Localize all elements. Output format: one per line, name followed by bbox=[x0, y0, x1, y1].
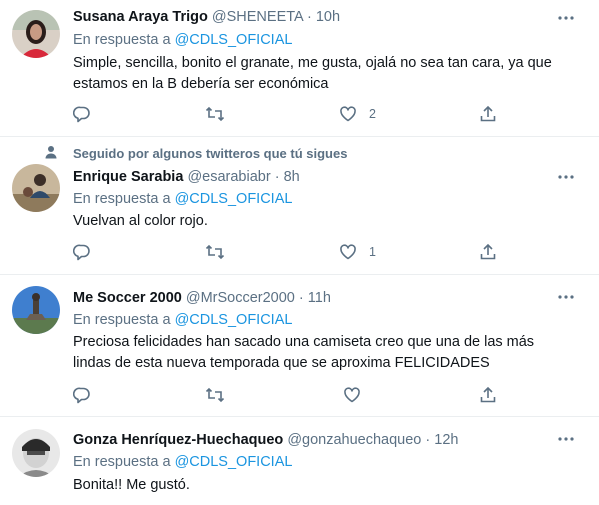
reply-icon bbox=[73, 105, 91, 123]
retweet-icon bbox=[205, 386, 225, 404]
tweet-text: Simple, sencilla, bonito el granate, me … bbox=[73, 55, 552, 92]
reply-context: En respuesta a @CDLS_OFICIAL bbox=[73, 190, 292, 209]
tweet[interactable]: Me Soccer 2000 @MrSoccer2000 · 11h En re… bbox=[0, 275, 599, 417]
more-icon[interactable] bbox=[557, 288, 575, 306]
user-handle[interactable]: @esarabiabr bbox=[187, 169, 270, 185]
reply-prefix: En respuesta a bbox=[73, 191, 171, 207]
reply-context: En respuesta a @CDLS_OFICIAL bbox=[73, 311, 292, 330]
heart-icon bbox=[343, 386, 361, 404]
action-bar bbox=[73, 385, 503, 405]
like-button[interactable] bbox=[343, 385, 373, 405]
avatar[interactable] bbox=[12, 429, 60, 477]
mention-link[interactable]: @CDLS_OFICIAL bbox=[175, 454, 293, 470]
action-bar: 1 bbox=[73, 242, 503, 262]
like-count: 2 bbox=[369, 107, 376, 121]
person-icon bbox=[44, 145, 73, 162]
timestamp[interactable]: 8h bbox=[284, 169, 300, 185]
action-bar: 2 bbox=[73, 104, 503, 124]
display-name[interactable]: Enrique Sarabia bbox=[73, 169, 183, 185]
social-context: Seguido por algunos twitteros que tú sig… bbox=[44, 145, 347, 162]
avatar[interactable] bbox=[12, 286, 60, 334]
more-icon[interactable] bbox=[557, 168, 575, 186]
share-icon bbox=[479, 243, 497, 261]
reply-icon bbox=[73, 386, 91, 404]
tweet-text: Bonita!! Me gustó. bbox=[73, 477, 190, 493]
mention-link[interactable]: @CDLS_OFICIAL bbox=[175, 191, 293, 207]
tweet-header: Enrique Sarabia @esarabiabr · 8h bbox=[73, 168, 559, 187]
share-icon bbox=[479, 105, 497, 123]
timestamp[interactable]: 10h bbox=[316, 9, 340, 25]
reply-context: En respuesta a @CDLS_OFICIAL bbox=[73, 31, 292, 50]
heart-icon bbox=[339, 105, 357, 123]
separator-dot: · bbox=[298, 290, 304, 306]
reply-button[interactable] bbox=[73, 104, 91, 124]
reply-feed: Susana Araya Trigo @SHENEETA · 10h En re… bbox=[0, 0, 599, 505]
reply-prefix: En respuesta a bbox=[73, 32, 171, 48]
avatar[interactable] bbox=[12, 10, 60, 58]
user-handle[interactable]: @gonzahuechaqueo bbox=[287, 432, 421, 448]
more-icon[interactable] bbox=[557, 9, 575, 27]
retweet-icon bbox=[205, 243, 225, 261]
display-name[interactable]: Susana Araya Trigo bbox=[73, 9, 208, 25]
retweet-button[interactable] bbox=[205, 242, 225, 262]
like-button[interactable]: 2 bbox=[339, 104, 376, 124]
like-button[interactable]: 1 bbox=[339, 242, 376, 262]
reply-button[interactable] bbox=[73, 242, 91, 262]
reply-context: En respuesta a @CDLS_OFICIAL bbox=[73, 453, 292, 472]
share-button[interactable] bbox=[479, 242, 497, 262]
separator-dot: · bbox=[306, 9, 312, 25]
display-name[interactable]: Gonza Henríquez-Huechaqueo bbox=[73, 432, 283, 448]
user-handle[interactable]: @SHENEETA bbox=[212, 9, 303, 25]
user-handle[interactable]: @MrSoccer2000 bbox=[186, 290, 295, 306]
share-button[interactable] bbox=[479, 104, 497, 124]
tweet-text: Vuelvan al color rojo. bbox=[73, 213, 208, 229]
retweet-button[interactable] bbox=[205, 385, 225, 405]
reply-prefix: En respuesta a bbox=[73, 312, 171, 328]
tweet-header: Susana Araya Trigo @SHENEETA · 10h bbox=[73, 8, 559, 27]
mention-link[interactable]: @CDLS_OFICIAL bbox=[175, 32, 293, 48]
timestamp[interactable]: 11h bbox=[308, 290, 331, 306]
timestamp[interactable]: 12h bbox=[434, 432, 458, 448]
avatar[interactable] bbox=[12, 164, 60, 212]
separator-dot: · bbox=[425, 432, 431, 448]
share-icon bbox=[479, 386, 497, 404]
retweet-icon bbox=[205, 105, 225, 123]
tweet[interactable]: Gonza Henríquez-Huechaqueo @gonzahuechaq… bbox=[0, 417, 599, 505]
like-count: 1 bbox=[369, 245, 376, 259]
tweet-header: Gonza Henríquez-Huechaqueo @gonzahuechaq… bbox=[73, 431, 559, 450]
social-context-text: Seguido por algunos twitteros que tú sig… bbox=[73, 146, 348, 161]
tweet[interactable]: Susana Araya Trigo @SHENEETA · 10h En re… bbox=[0, 0, 599, 137]
tweet-header: Me Soccer 2000 @MrSoccer2000 · 11h bbox=[73, 289, 559, 308]
mention-link[interactable]: @CDLS_OFICIAL bbox=[175, 312, 293, 328]
display-name[interactable]: Me Soccer 2000 bbox=[73, 290, 182, 306]
share-button[interactable] bbox=[479, 385, 497, 405]
reply-icon bbox=[73, 243, 91, 261]
more-icon[interactable] bbox=[557, 430, 575, 448]
heart-icon bbox=[339, 243, 357, 261]
retweet-button[interactable] bbox=[205, 104, 225, 124]
tweet-text: Preciosa felicidades han sacado una cami… bbox=[73, 334, 535, 371]
reply-prefix: En respuesta a bbox=[73, 454, 171, 470]
separator-dot: · bbox=[274, 169, 280, 185]
reply-button[interactable] bbox=[73, 385, 91, 405]
